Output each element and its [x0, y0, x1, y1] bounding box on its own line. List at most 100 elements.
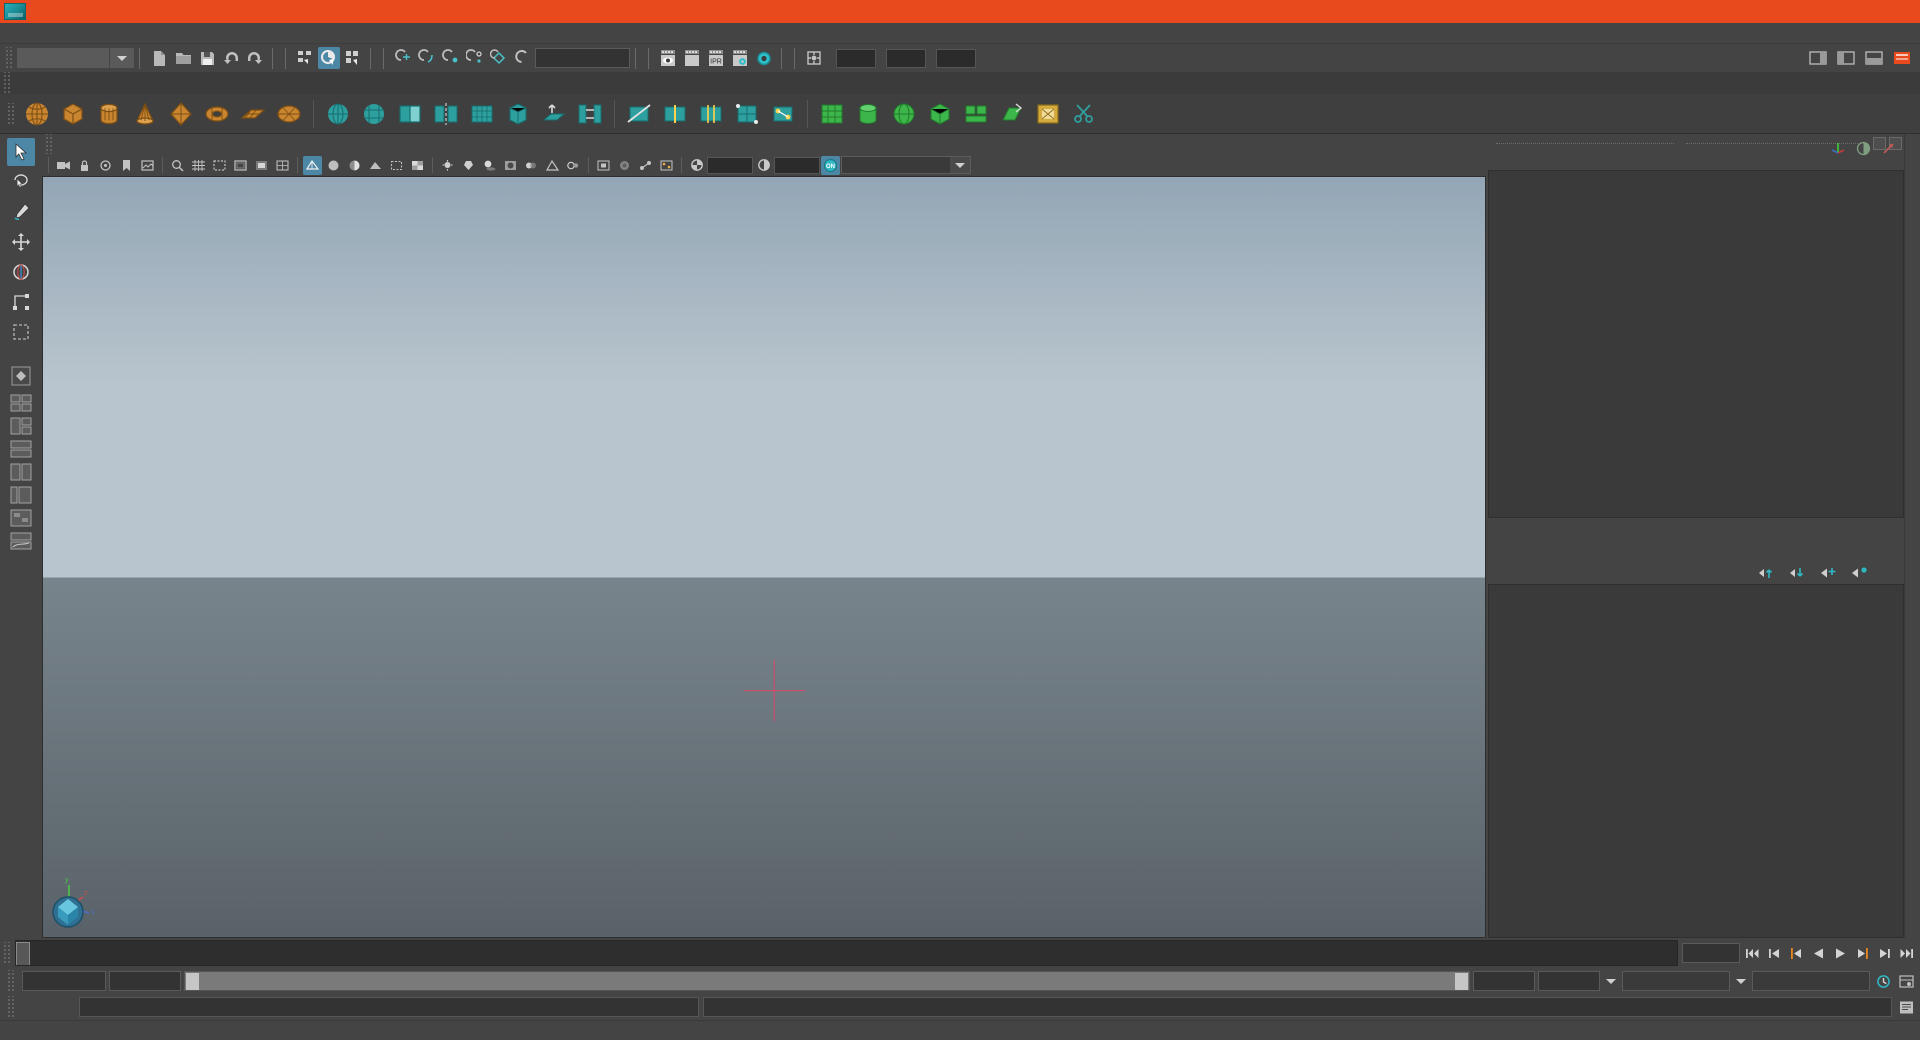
resolution-gate-icon[interactable]	[231, 156, 250, 175]
viewport-gripper[interactable]	[45, 134, 54, 156]
polygon-cone-icon[interactable]	[129, 98, 161, 130]
shelf-icons-gripper[interactable]	[7, 102, 16, 125]
multisample-anti-aliasing-icon[interactable]	[543, 156, 562, 175]
view-cube-gizmo[interactable]	[51, 895, 85, 929]
smooth-shade-selected-icon[interactable]	[345, 156, 364, 175]
playback-speed-dropdown[interactable]	[1603, 972, 1619, 990]
uv-cylindrical-icon[interactable]	[852, 98, 884, 130]
channel-box-content[interactable]	[1488, 170, 1904, 518]
time-slider-track[interactable]	[15, 940, 1678, 966]
command-input-field[interactable]	[79, 997, 699, 1017]
polygon-sphere-icon[interactable]	[21, 98, 53, 130]
paint-select-tool[interactable]	[7, 198, 35, 226]
snap-point-icon[interactable]	[440, 47, 462, 69]
range-slider-bar[interactable]	[184, 971, 1470, 991]
render-view-icon[interactable]	[657, 47, 679, 69]
single-perspective-layout[interactable]	[7, 362, 35, 390]
grid-toggle-icon[interactable]	[189, 156, 208, 175]
range-end-field[interactable]	[1473, 971, 1535, 991]
ipr-render-icon[interactable]: IPR	[705, 47, 727, 69]
gamma-icon[interactable]	[754, 156, 773, 175]
extrude-icon[interactable]	[538, 98, 570, 130]
target-weld-icon[interactable]	[767, 98, 799, 130]
two-dimensional-pan-zoom-icon[interactable]	[168, 156, 187, 175]
exposure-field[interactable]	[707, 156, 753, 174]
color-management-toggle-icon[interactable]: ON	[821, 155, 840, 175]
flat-shade-icon[interactable]	[366, 156, 385, 175]
step-back-key-icon[interactable]	[1786, 943, 1806, 963]
image-plane-icon[interactable]	[138, 156, 157, 175]
quad-draw-icon[interactable]	[731, 98, 763, 130]
input-output-connections-icon[interactable]	[803, 47, 825, 69]
hypershade-persp-layout[interactable]	[8, 507, 34, 529]
depth-of-field-icon[interactable]	[564, 156, 583, 175]
perspective-viewport[interactable]: y x z	[42, 176, 1486, 938]
show-attribute-editor-icon[interactable]	[1835, 47, 1857, 69]
maximize-button[interactable]	[1828, 0, 1874, 23]
view-transform-dropdown[interactable]	[841, 156, 971, 174]
persp-graph-layout[interactable]	[8, 530, 34, 552]
uv-unfold-icon[interactable]	[996, 98, 1028, 130]
wireframe-shading-icon[interactable]	[303, 155, 322, 175]
save-scene-icon[interactable]	[196, 47, 218, 69]
open-scene-icon[interactable]	[172, 47, 194, 69]
uv-snapshot-icon[interactable]	[1032, 98, 1064, 130]
anim-layer-dropdown[interactable]	[1733, 972, 1749, 990]
new-layer-from-selected-icon[interactable]	[1851, 566, 1868, 580]
uv-cut-icon[interactable]	[1068, 98, 1100, 130]
go-to-start-icon[interactable]	[1742, 943, 1762, 963]
time-slider-current-marker[interactable]	[16, 942, 30, 965]
range-start-field[interactable]	[109, 971, 181, 991]
range-gripper[interactable]	[7, 970, 16, 992]
snap-grid-icon[interactable]	[392, 47, 414, 69]
show-tool-settings-icon[interactable]	[1863, 47, 1885, 69]
snap-curve-icon[interactable]	[416, 47, 438, 69]
range-handle-left[interactable]	[186, 973, 199, 990]
statusbar-gripper[interactable]	[5, 47, 14, 69]
select-hierarchy-icon[interactable]	[294, 47, 316, 69]
lasso-select-tool[interactable]	[7, 168, 35, 196]
current-frame-field[interactable]	[1682, 943, 1740, 963]
time-slider-gripper[interactable]	[3, 942, 12, 964]
minimize-button[interactable]	[1782, 0, 1828, 23]
scale-tool[interactable]	[7, 288, 35, 316]
anim-layer-field[interactable]	[1622, 971, 1730, 991]
menu-set-selector[interactable]	[17, 48, 109, 68]
insert-edge-loop-icon[interactable]	[659, 98, 691, 130]
motion-blur-icon[interactable]	[522, 156, 541, 175]
uv-spherical-icon[interactable]	[888, 98, 920, 130]
show-hide-editors-icon[interactable]	[1807, 47, 1829, 69]
polygon-torus-icon[interactable]	[201, 98, 233, 130]
camera-attributes-icon[interactable]	[96, 156, 115, 175]
xray-joints-icon[interactable]	[636, 156, 655, 175]
combine-sphere-icon[interactable]	[358, 98, 390, 130]
redo-icon[interactable]	[244, 47, 266, 69]
animation-preferences-icon[interactable]	[1896, 971, 1916, 991]
uv-planar-icon[interactable]	[816, 98, 848, 130]
select-tool[interactable]	[7, 138, 35, 166]
undo-icon[interactable]	[220, 47, 242, 69]
smooth-shade-all-icon[interactable]	[324, 156, 343, 175]
range-handle-right[interactable]	[1455, 973, 1468, 990]
step-forward-frame-icon[interactable]	[1874, 943, 1894, 963]
render-settings-icon[interactable]	[729, 47, 751, 69]
make-live-icon[interactable]	[512, 47, 534, 69]
snap-view-plane-icon[interactable]	[488, 47, 510, 69]
shaded-textured-icon[interactable]	[408, 156, 427, 175]
last-tool-used[interactable]	[7, 318, 35, 346]
live-surface-field[interactable]	[535, 48, 630, 68]
show-channel-box-icon[interactable]	[1891, 47, 1913, 69]
field-chart-icon[interactable]	[273, 156, 292, 175]
multi-cut-icon[interactable]	[623, 98, 655, 130]
new-layer-icon[interactable]	[1820, 566, 1837, 580]
script-editor-icon[interactable]	[1896, 997, 1916, 1017]
select-object-icon[interactable]	[318, 47, 340, 69]
gate-mask-icon[interactable]	[252, 156, 271, 175]
two-panes-side-layout[interactable]	[8, 438, 34, 460]
render-region-icon[interactable]	[681, 47, 703, 69]
close-button[interactable]	[1874, 0, 1920, 23]
polygon-cylinder-icon[interactable]	[93, 98, 125, 130]
outliner-persp-layout[interactable]	[8, 484, 34, 506]
uv-layout-icon[interactable]	[960, 98, 992, 130]
shadows-icon[interactable]	[480, 156, 499, 175]
